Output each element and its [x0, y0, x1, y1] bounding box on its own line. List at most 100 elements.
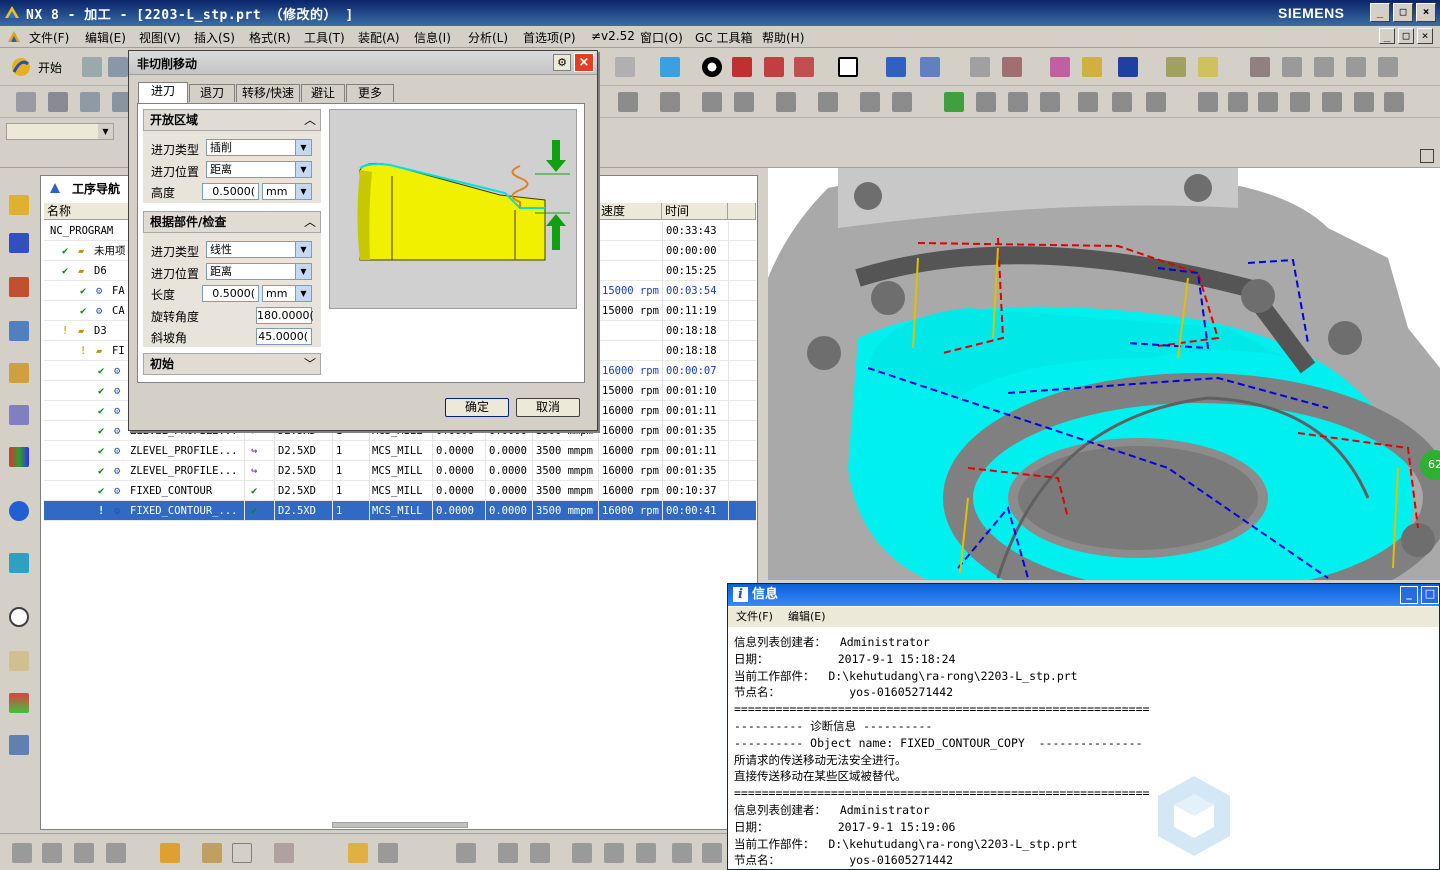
closed-engage-position-select[interactable]: 距离 ▼ — [206, 263, 312, 280]
sync-icon-6[interactable] — [636, 843, 656, 863]
menu-help[interactable]: 帮助(H) — [762, 29, 804, 46]
edit-icon[interactable] — [1198, 92, 1218, 112]
op-icon-7[interactable] — [860, 92, 880, 112]
generate-icon[interactable] — [944, 92, 964, 112]
cancel-button[interactable]: 取消 — [516, 398, 580, 417]
doc-restore-button[interactable]: □ — [1398, 28, 1414, 44]
plane-icon[interactable] — [274, 843, 294, 863]
op-icon-5[interactable] — [776, 92, 796, 112]
op-icon-2[interactable] — [660, 92, 680, 112]
curve-icon-3[interactable] — [74, 843, 94, 863]
doc-close-button[interactable]: × — [1417, 28, 1433, 44]
start-button[interactable]: 开始 — [38, 59, 62, 76]
delete-icon[interactable] — [1322, 92, 1342, 112]
roles-icon[interactable] — [9, 693, 29, 713]
sketch-icon[interactable] — [615, 57, 635, 77]
maximize-button[interactable]: □ — [1393, 3, 1413, 22]
info-minimize-button[interactable]: _ — [1400, 586, 1418, 604]
shaded-icon[interactable] — [764, 57, 784, 77]
menu-gc-toolbox[interactable]: GC 工具箱 — [695, 29, 753, 46]
gear-icon[interactable]: ⚙ — [553, 54, 571, 71]
section-part-check[interactable]: 根据部件/检查 ︿ — [143, 211, 321, 233]
info-menu-edit[interactable]: 编辑(E) — [788, 607, 826, 627]
web-browser-icon[interactable] — [9, 553, 29, 573]
tool-icon-b[interactable] — [1282, 57, 1302, 77]
feature-icon[interactable] — [348, 843, 368, 863]
copy-icon[interactable] — [1258, 92, 1278, 112]
tool-icon-d[interactable] — [1346, 57, 1366, 77]
section-open-area[interactable]: 开放区域 ︿ — [143, 109, 321, 131]
palette-icon[interactable] — [9, 447, 29, 467]
column-header-speed[interactable]: 速度 — [598, 203, 662, 220]
snap-icon[interactable] — [1118, 57, 1138, 77]
more-icon[interactable] — [1384, 92, 1404, 112]
menu-info[interactable]: 信息(I) — [414, 29, 451, 46]
wireframe-icon[interactable] — [794, 57, 814, 77]
assembly-nav-icon[interactable] — [9, 195, 29, 215]
length-unit-select[interactable]: mm ▼ — [262, 285, 312, 302]
reuse-library-icon[interactable] — [9, 363, 29, 383]
menu-window[interactable]: 窗口(O) — [640, 29, 683, 46]
expand-icon[interactable] — [1420, 149, 1434, 163]
part-nav-icon[interactable] — [9, 277, 29, 297]
render-style-icon[interactable] — [702, 57, 722, 77]
menu-insert[interactable]: 插入(S) — [194, 29, 235, 46]
op-icon-1[interactable] — [618, 92, 638, 112]
shop-doc-icon[interactable] — [1112, 92, 1132, 112]
create-geometry-icon[interactable] — [80, 92, 100, 112]
analysis-icon[interactable] — [1050, 57, 1070, 77]
info-icon[interactable] — [9, 501, 29, 521]
csys-icon[interactable] — [920, 57, 940, 77]
create-tool-icon[interactable] — [48, 92, 68, 112]
menu-plugin[interactable]: ≠v2.52 — [591, 29, 635, 43]
info-menu-file[interactable]: 文件(F) — [736, 607, 773, 627]
op-icon-8[interactable] — [892, 92, 912, 112]
tool-icon-a[interactable] — [1250, 57, 1270, 77]
graphics-viewport[interactable]: 62 — [768, 168, 1440, 580]
output-cls-icon[interactable] — [1146, 92, 1166, 112]
tab-retract[interactable]: 退刀 — [189, 84, 235, 102]
menu-view[interactable]: 视图(V) — [139, 29, 181, 46]
measure-icon[interactable] — [1002, 57, 1022, 77]
column-header-time[interactable]: 时间 — [662, 203, 728, 220]
verify-icon[interactable] — [1008, 92, 1028, 112]
tab-transfer[interactable]: 转移/快速 — [236, 84, 300, 102]
point-icon[interactable] — [202, 843, 222, 863]
start-icon[interactable] — [10, 56, 32, 78]
menu-file[interactable]: 文件(F) — [29, 29, 69, 46]
constraint-nav-icon[interactable] — [9, 233, 29, 253]
sketch-color-icon[interactable] — [160, 843, 180, 863]
table-row[interactable]: ✔ ⚙ ZLEVEL_PROFILE... ↪ D2.5XD 1 MCS_MILL 0.000… — [44, 441, 756, 461]
operation-nav-icon[interactable] — [9, 321, 29, 341]
table-row[interactable]: ! ⚙ FIXED_CONTOUR_... ✔ D2.5XD 1 MCS_MILL 0.000… — [44, 501, 756, 521]
type-filter-combo[interactable]: ▼ — [6, 123, 114, 140]
dialog-close-button[interactable]: × — [574, 53, 594, 72]
nx-menu-icon[interactable] — [6, 29, 22, 45]
section-icon[interactable] — [1082, 57, 1102, 77]
nx-app-icon[interactable] — [3, 4, 21, 22]
new-file-icon[interactable] — [82, 57, 102, 77]
postprocess-icon[interactable] — [1078, 92, 1098, 112]
system-scenes-icon[interactable] — [9, 735, 29, 755]
tab-engage[interactable]: 进刀 — [138, 82, 188, 103]
menu-analysis[interactable]: 分析(L) — [468, 29, 508, 46]
sync-icon-1[interactable] — [456, 843, 476, 863]
tab-avoidance[interactable]: 避让 — [301, 84, 345, 102]
op-icon-3[interactable] — [702, 92, 722, 112]
curve-icon-4[interactable] — [106, 843, 126, 863]
display-icon[interactable] — [1354, 92, 1374, 112]
menu-tools[interactable]: 工具(T) — [304, 29, 345, 46]
sync-icon-7[interactable] — [672, 843, 692, 863]
horizontal-scrollbar[interactable] — [332, 822, 468, 828]
plus-icon[interactable] — [232, 843, 252, 863]
section-initial[interactable]: 初始 ﹀ — [143, 353, 321, 375]
minimize-button[interactable]: _ — [1370, 3, 1390, 22]
extrude-icon[interactable] — [378, 843, 398, 863]
ruler-icon[interactable] — [1166, 57, 1186, 77]
replay-icon[interactable] — [976, 92, 996, 112]
menu-assembly[interactable]: 装配(A) — [358, 29, 400, 46]
closed-engage-type-select[interactable]: 线性 ▼ — [206, 241, 312, 258]
tool-icon-e[interactable] — [1378, 57, 1398, 77]
ok-button[interactable]: 确定 — [445, 398, 509, 417]
process-studio-icon[interactable] — [9, 651, 29, 671]
